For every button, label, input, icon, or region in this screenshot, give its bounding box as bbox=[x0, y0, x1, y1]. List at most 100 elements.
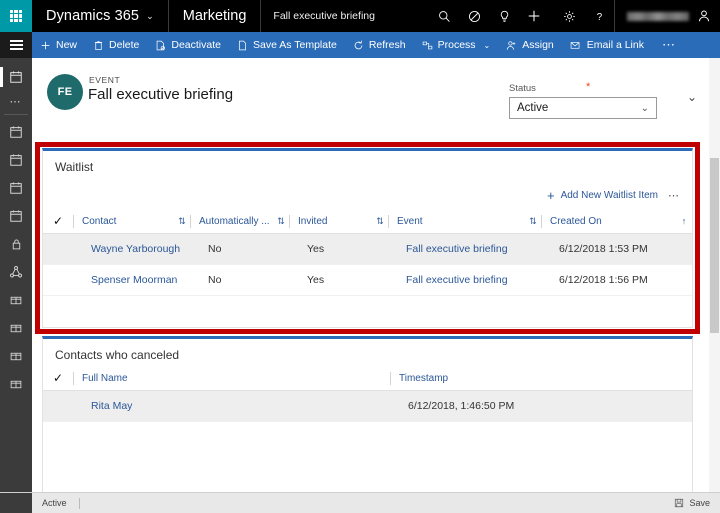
svg-text:?: ? bbox=[596, 12, 602, 23]
status-select[interactable]: Active ⌄ bbox=[509, 97, 657, 119]
chevron-down-icon: ⌄ bbox=[483, 40, 491, 50]
save-button[interactable]: Save bbox=[674, 498, 720, 508]
table-row[interactable]: Spenser Moorman No Yes Fall executive br… bbox=[43, 264, 692, 296]
site-map-icon[interactable] bbox=[0, 32, 32, 58]
lock-icon bbox=[12, 239, 20, 250]
waitlist-select-all[interactable]: ✓ bbox=[43, 209, 73, 234]
search-icon[interactable] bbox=[429, 0, 459, 32]
cell-created-on: 6/12/2018 1:53 PM bbox=[541, 233, 692, 265]
assign-button[interactable]: Assign bbox=[498, 32, 562, 58]
email-a-link-button[interactable]: Email a Link bbox=[562, 32, 652, 58]
sidebar-item-board-4[interactable] bbox=[0, 370, 32, 398]
gear-icon[interactable] bbox=[554, 0, 584, 32]
column-header-contact[interactable]: Contact ⇅ bbox=[73, 209, 190, 234]
cell-contact[interactable]: Wayne Yarborough bbox=[73, 233, 190, 265]
column-header-event[interactable]: Event ⇅ bbox=[388, 209, 541, 234]
calendar-icon bbox=[10, 154, 22, 166]
sidebar-item-calendar-1[interactable] bbox=[0, 118, 32, 146]
refresh-button[interactable]: Refresh bbox=[345, 32, 414, 58]
waitlist-grid-body: Wayne Yarborough No Yes Fall executive b… bbox=[43, 233, 692, 296]
assistant-icon[interactable] bbox=[459, 0, 489, 32]
breadcrumb[interactable]: Fall executive briefing bbox=[261, 0, 387, 32]
sort-icon: ⇅ bbox=[277, 215, 285, 226]
waitlist-overflow-button[interactable]: ⋯ bbox=[668, 189, 680, 202]
calendar-icon bbox=[10, 71, 22, 83]
cell-event[interactable]: Fall executive briefing bbox=[388, 233, 541, 265]
record-content-area: FE EVENT Fall executive briefing Status … bbox=[32, 58, 720, 492]
app-launcher-icon[interactable] bbox=[0, 0, 32, 32]
cell-automatically: No bbox=[190, 264, 289, 296]
sidebar-item-lock[interactable] bbox=[0, 230, 32, 258]
sidebar-item-calendar-recent[interactable] bbox=[0, 63, 32, 91]
column-header-timestamp[interactable]: Timestamp bbox=[390, 366, 692, 391]
network-icon bbox=[10, 266, 22, 278]
canceled-grid: ✓ Full Name Timestamp Rita May 6/12/2018… bbox=[43, 366, 692, 422]
calendar-icon bbox=[10, 182, 22, 194]
row-checkbox-cell[interactable] bbox=[43, 233, 73, 265]
sidebar-item-calendar-4[interactable] bbox=[0, 202, 32, 230]
table-row[interactable]: Rita May 6/12/2018, 1:46:50 PM bbox=[43, 390, 692, 422]
add-new-waitlist-item-button[interactable]: + Add New Waitlist Item bbox=[547, 189, 658, 202]
calendar-icon bbox=[10, 210, 22, 222]
waffle-grid bbox=[9, 9, 23, 23]
chevron-down-icon: ⌄ bbox=[640, 102, 649, 114]
user-name-redacted bbox=[627, 11, 689, 21]
app-name-marketing[interactable]: Marketing bbox=[169, 0, 262, 32]
event-link[interactable]: Fall executive briefing bbox=[406, 243, 508, 255]
process-button[interactable]: Process ⌄ bbox=[414, 32, 499, 58]
column-header-invited-label: Invited bbox=[289, 214, 372, 228]
page-title: Fall executive briefing bbox=[88, 86, 234, 103]
contact-link[interactable]: Wayne Yarborough bbox=[91, 243, 180, 255]
cell-contact[interactable]: Spenser Moorman bbox=[73, 264, 190, 296]
cell-created-on: 6/12/2018 1:56 PM bbox=[541, 264, 692, 296]
column-header-created-on[interactable]: Created On ↑ bbox=[541, 209, 692, 234]
contact-link[interactable]: Spenser Moorman bbox=[91, 274, 177, 286]
trash-icon bbox=[94, 40, 103, 50]
help-question-icon[interactable]: ? bbox=[584, 0, 614, 32]
cell-full-name[interactable]: Rita May bbox=[73, 390, 390, 422]
record-type-label: EVENT bbox=[89, 75, 121, 85]
waitlist-grid-header: ✓ Contact ⇅ Automatically ... ⇅ Invited ⇅ E bbox=[43, 209, 692, 234]
full-name-link[interactable]: Rita May bbox=[91, 400, 132, 412]
new-button[interactable]: New bbox=[32, 32, 85, 58]
sort-ascending-icon: ↑ bbox=[681, 216, 687, 226]
waitlist-grid: ✓ Contact ⇅ Automatically ... ⇅ Invited ⇅ E bbox=[43, 209, 692, 296]
row-checkbox-cell[interactable] bbox=[43, 264, 73, 296]
sidebar-item-board-2[interactable] bbox=[0, 314, 32, 342]
add-new-waitlist-item-label: Add New Waitlist Item bbox=[560, 190, 658, 201]
record-state-label: Active bbox=[42, 498, 67, 508]
plus-icon bbox=[41, 41, 50, 49]
canceled-select-all[interactable]: ✓ bbox=[43, 366, 73, 391]
deactivate-button[interactable]: Deactivate bbox=[147, 32, 229, 58]
content-scrollbar[interactable] bbox=[709, 58, 720, 492]
user-account[interactable] bbox=[614, 0, 720, 32]
command-overflow-button[interactable]: ⋯ bbox=[652, 32, 686, 58]
quick-create-plus-icon[interactable] bbox=[519, 0, 549, 32]
brand-label: Dynamics 365 bbox=[46, 8, 140, 24]
scrollbar-thumb[interactable] bbox=[710, 158, 719, 333]
assign-person-icon bbox=[507, 40, 516, 50]
delete-button[interactable]: Delete bbox=[85, 32, 147, 58]
sidebar-item-more[interactable]: ⋯ bbox=[0, 91, 32, 111]
sidebar-item-board-1[interactable] bbox=[0, 286, 32, 314]
sort-icon: ⇅ bbox=[178, 215, 186, 226]
email-link-icon bbox=[570, 41, 580, 49]
waitlist-panel-title: Waitlist bbox=[55, 160, 94, 174]
required-marker: * bbox=[586, 81, 591, 93]
brand-dynamics-365[interactable]: Dynamics 365 ⌄ bbox=[32, 0, 169, 32]
row-checkbox-cell[interactable] bbox=[43, 390, 73, 422]
header-collapse-chevron-icon[interactable]: ⌄ bbox=[687, 90, 697, 104]
sidebar-item-calendar-3[interactable] bbox=[0, 174, 32, 202]
column-header-full-name[interactable]: Full Name bbox=[73, 366, 390, 391]
table-row[interactable]: Wayne Yarborough No Yes Fall executive b… bbox=[43, 233, 692, 265]
sidebar-item-network[interactable] bbox=[0, 258, 32, 286]
cell-event[interactable]: Fall executive briefing bbox=[388, 264, 541, 296]
board-icon bbox=[10, 324, 22, 332]
sidebar-item-calendar-2[interactable] bbox=[0, 146, 32, 174]
bulb-icon[interactable] bbox=[489, 0, 519, 32]
event-link[interactable]: Fall executive briefing bbox=[406, 274, 508, 286]
sidebar-item-board-3[interactable] bbox=[0, 342, 32, 370]
column-header-automatically[interactable]: Automatically ... ⇅ bbox=[190, 209, 289, 234]
column-header-invited[interactable]: Invited ⇅ bbox=[289, 209, 388, 234]
save-as-template-button[interactable]: Save As Template bbox=[229, 32, 345, 58]
